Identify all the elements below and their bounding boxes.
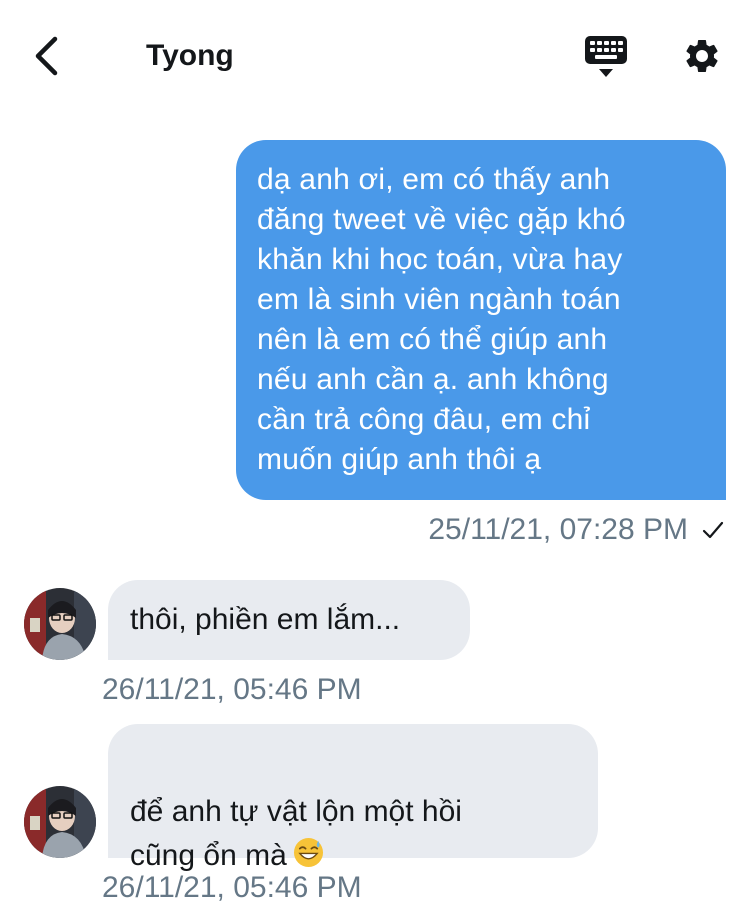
incoming-message-bubble[interactable]: để anh tự vật lộn một hồi cũng ổn mà — [108, 724, 598, 872]
gear-icon — [686, 39, 718, 72]
message-timestamp: 25/11/21, 07:28 PM — [428, 513, 688, 546]
outgoing-message-meta: 25/11/21, 07:28 PM — [428, 510, 724, 550]
conversation-header: Tyong — [0, 0, 750, 112]
checkmark-icon — [702, 520, 724, 540]
avatar[interactable] — [24, 588, 96, 660]
avatar[interactable] — [24, 786, 96, 858]
back-button[interactable] — [24, 34, 68, 78]
outgoing-message-bubble[interactable]: dạ anh ơi, em có thấy anh đăng tweet về … — [236, 140, 726, 500]
incoming-message-bubble[interactable]: thôi, phiền em lắm... — [108, 580, 470, 660]
message-timestamp: 26/11/21, 05:46 PM — [102, 673, 362, 706]
grinning-sweat-emoji — [293, 837, 323, 868]
keyboard-button[interactable] — [582, 34, 630, 82]
conversation-title[interactable]: Tyong — [146, 38, 234, 74]
back-chevron-icon — [35, 36, 58, 76]
keyboard-icon — [585, 36, 627, 77]
message-timestamp: 26/11/21, 05:46 PM — [102, 871, 362, 904]
settings-button[interactable] — [678, 32, 726, 80]
